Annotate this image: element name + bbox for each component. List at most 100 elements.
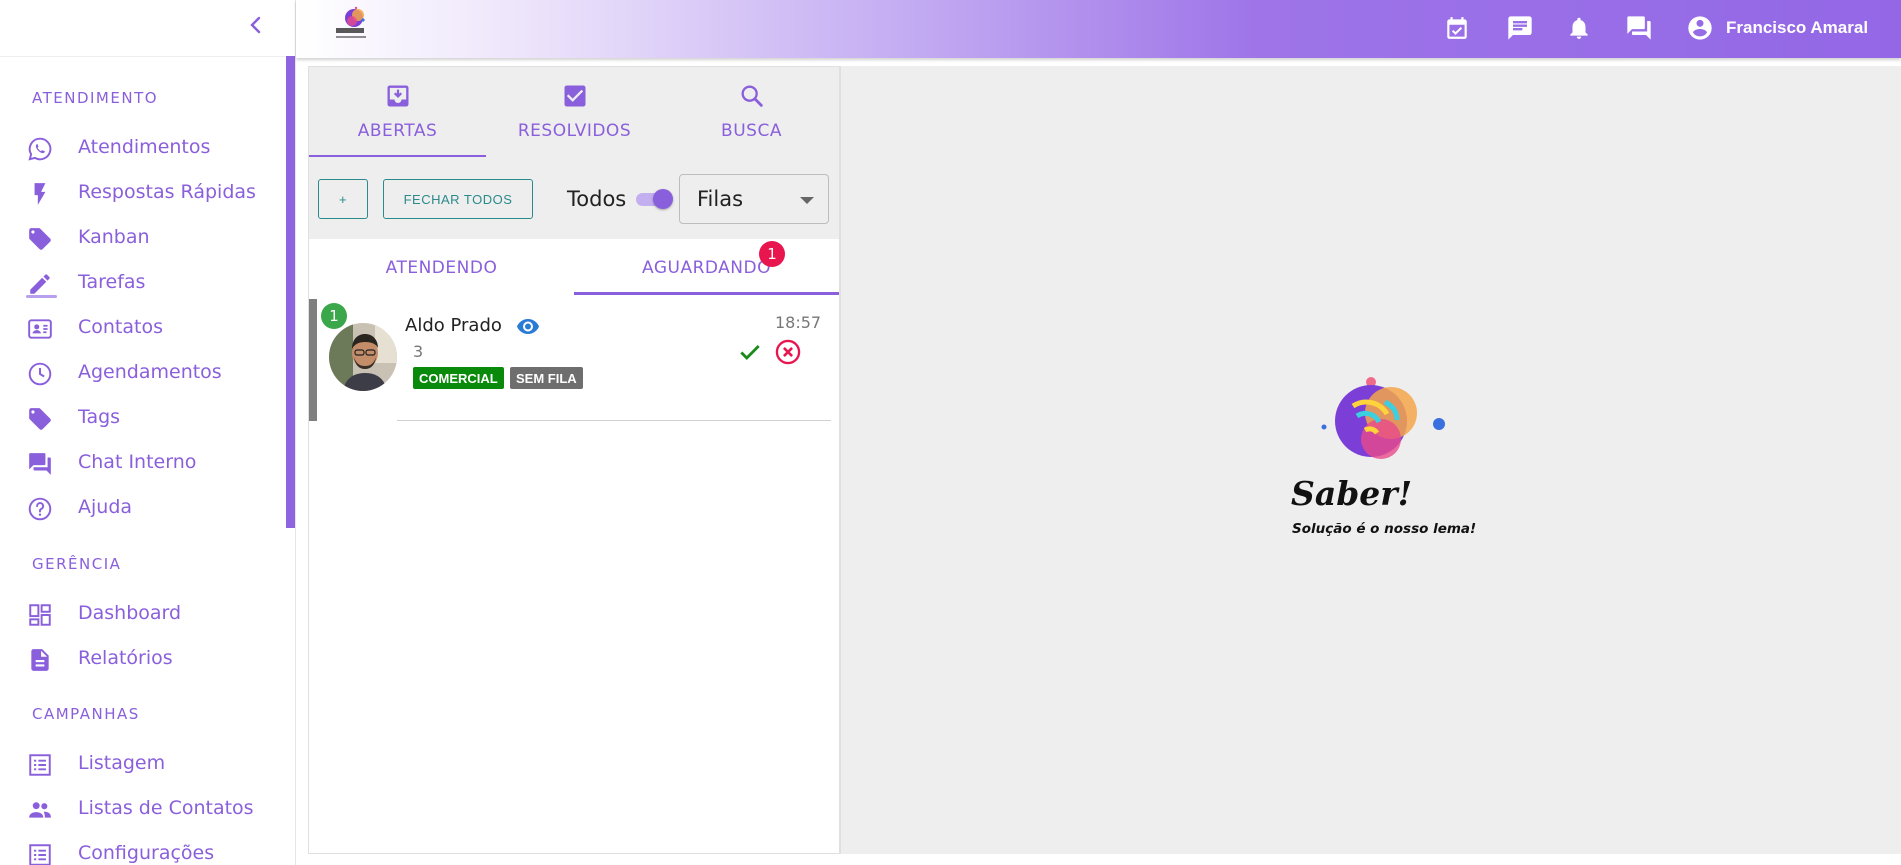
brand-slogan: Solução é o nosso lema!	[1292, 521, 1477, 537]
sidebar: ATENDIMENTO Atendimentos Respostas Rápid…	[0, 0, 296, 865]
tab-label: RESOLVIDOS	[517, 121, 632, 141]
aguardando-count-badge: 1	[759, 241, 785, 267]
sidebar-item-label: Atendimentos	[78, 136, 211, 158]
sidebar-item-contatos[interactable]: Contatos	[0, 307, 286, 347]
ticket-status-tabs: ABERTAS RESOLVIDOS BUSCA	[309, 67, 839, 157]
sidebar-item-listas-de-contatos[interactable]: Listas de Contatos	[0, 788, 286, 828]
sidebar-item-label: Ajuda	[78, 496, 133, 518]
queue-tag-comercial: COMERCIAL	[413, 367, 504, 389]
dashboard-icon	[26, 601, 54, 629]
search-icon	[737, 81, 767, 111]
contact-name: Aldo Prado	[405, 315, 502, 336]
cancel-circle-icon	[775, 339, 801, 365]
app-logo[interactable]	[332, 4, 372, 44]
user-name: Francisco Amaral	[1726, 18, 1869, 37]
tarefas-underline	[26, 295, 57, 298]
user-menu[interactable]: Francisco Amaral	[1686, 12, 1868, 44]
check-box-icon	[560, 81, 590, 111]
tab-aguardando[interactable]: AGUARDANDO	[574, 239, 839, 295]
tab-label: BUSCA	[721, 121, 782, 141]
sidebar-item-tags[interactable]: Tags	[0, 397, 286, 437]
sidebar-item-kanban[interactable]: Kanban	[0, 217, 286, 257]
add-ticket-button[interactable]: +	[318, 179, 368, 219]
whatsapp-icon	[26, 135, 54, 163]
sidebar-item-label: Tags	[78, 406, 121, 428]
check-icon	[740, 345, 760, 360]
top-bar: Francisco Amaral	[296, 0, 1901, 58]
sidebar-item-label: Listas de Contatos	[78, 797, 254, 819]
sidebar-item-agendamentos[interactable]: Agendamentos	[0, 352, 286, 392]
tab-atendendo[interactable]: ATENDENDO	[309, 239, 574, 295]
notifications-button[interactable]	[1563, 12, 1595, 44]
pencil-icon	[26, 270, 54, 298]
internal-chat-button[interactable]	[1623, 12, 1655, 44]
toggle-thumb	[653, 189, 673, 209]
avatar	[329, 323, 397, 391]
sidebar-item-respostas-rapidas[interactable]: Respostas Rápidas	[0, 172, 286, 212]
document-icon	[26, 646, 54, 674]
list-icon	[26, 751, 54, 779]
inbox-icon	[383, 81, 413, 111]
queue-select[interactable]: Filas	[679, 174, 829, 224]
chat-content-area: Saber! Solução é o nosso lema!	[840, 66, 1901, 854]
tab-resolvidos[interactable]: RESOLVIDOS	[486, 67, 663, 157]
help-icon	[26, 495, 54, 523]
close-ticket-button[interactable]	[773, 337, 803, 367]
sidebar-item-label: Respostas Rápidas	[78, 181, 256, 203]
section-title-campanhas: CAMPANHAS	[32, 705, 140, 723]
eye-icon[interactable]	[515, 313, 541, 339]
sidebar-item-label: Relatórios	[78, 647, 173, 669]
unread-count-badge: 1	[321, 303, 347, 329]
sidebar-item-chat-interno[interactable]: Chat Interno	[0, 442, 286, 482]
calendar-check-button[interactable]	[1441, 12, 1473, 44]
sidebar-item-configuracoes[interactable]: Configurações	[0, 833, 286, 865]
sidebar-item-listagem[interactable]: Listagem	[0, 743, 286, 783]
last-message: 3	[413, 342, 424, 361]
sidebar-item-ajuda[interactable]: Ajuda	[0, 487, 286, 527]
sidebar-item-dashboard[interactable]: Dashboard	[0, 593, 286, 633]
calendar-check-icon	[1447, 17, 1467, 39]
sidebar-item-atendimentos[interactable]: Atendimentos	[0, 127, 286, 167]
collapse-sidebar-button[interactable]	[240, 10, 270, 40]
sidebar-item-relatorios[interactable]: Relatórios	[0, 638, 286, 678]
ticket-status-bar	[309, 299, 317, 421]
tab-label: AGUARDANDO	[642, 258, 771, 278]
app-root: ATENDIMENTO Atendimentos Respostas Rápid…	[0, 0, 1901, 865]
brand-name: Saber!	[1291, 474, 1413, 513]
sidebar-item-label: Contatos	[78, 316, 163, 338]
tab-abertas[interactable]: ABERTAS	[309, 67, 486, 157]
close-all-button[interactable]: FECHAR TODOS	[383, 179, 533, 219]
tab-busca[interactable]: BUSCA	[663, 67, 840, 157]
forum-icon	[26, 450, 54, 478]
sidebar-accent-bar	[286, 56, 295, 528]
list-icon	[26, 841, 54, 865]
chat-icon	[1508, 16, 1532, 40]
section-title-gerencia: GERÊNCIA	[32, 555, 122, 573]
tag-icon	[26, 225, 54, 253]
account-icon	[1688, 16, 1712, 40]
sidebar-item-label: Chat Interno	[78, 451, 197, 473]
tag-icon	[26, 405, 54, 433]
clock-icon	[26, 360, 54, 388]
queue-select-value: Filas	[697, 187, 744, 211]
sidebar-item-label: Configurações	[78, 842, 215, 864]
section-title-atendimento: ATENDIMENTO	[32, 89, 159, 107]
tab-label: ATENDENDO	[385, 258, 498, 278]
sidebar-item-label: Kanban	[78, 226, 150, 248]
queue-tag-sem-fila: SEM FILA	[510, 367, 583, 389]
todos-toggle[interactable]	[636, 189, 673, 209]
flash-icon	[26, 180, 54, 208]
chevron-left-icon	[250, 16, 261, 34]
sidebar-item-label: Tarefas	[78, 271, 146, 293]
sidebar-item-label: Dashboard	[78, 602, 182, 624]
chat-button[interactable]	[1504, 12, 1536, 44]
tickets-panel: ABERTAS RESOLVIDOS BUSCA + FECHAR TODOS …	[308, 66, 840, 854]
sidebar-divider	[0, 56, 286, 57]
ticket-divider	[397, 419, 831, 421]
todos-label: Todos	[567, 187, 627, 211]
ticket-list-item[interactable]: 1 Aldo Prado 3 18:57 COMERCIAL SEM FILA	[309, 299, 831, 421]
accept-ticket-button[interactable]	[735, 337, 765, 367]
tab-label: ABERTAS	[357, 121, 438, 141]
tickets-toolbar: + FECHAR TODOS Todos Filas	[309, 157, 839, 239]
ticket-time: 18:57	[775, 313, 822, 332]
